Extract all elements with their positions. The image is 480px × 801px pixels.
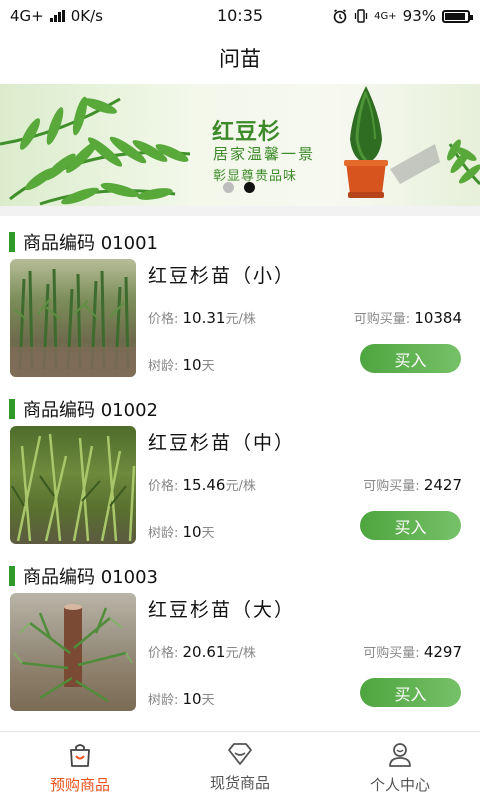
signal-icon	[49, 10, 65, 22]
accent-bar	[9, 232, 15, 252]
fern-leaves-left-image	[0, 96, 191, 206]
nav-item-preorder[interactable]: 预购商品	[0, 732, 160, 801]
product-header: 商品编码 01002	[9, 398, 158, 421]
product-code: 商品编码 01001	[23, 233, 158, 254]
age-value: 10	[182, 690, 202, 708]
price-label: 价格:	[148, 479, 183, 494]
buy-button[interactable]: 买入	[360, 678, 461, 707]
status-left: 4G+ 0K/s	[10, 7, 103, 25]
potted-plant-image	[344, 86, 440, 198]
product-name: 红豆杉苗（中）	[148, 432, 296, 454]
promo-banner[interactable]: 红豆杉 居家温馨一景 彰显尊贵品味	[0, 84, 480, 206]
nav-label-profile: 个人中心	[369, 776, 430, 794]
age-value: 10	[182, 523, 202, 541]
price-label: 价格:	[148, 646, 183, 661]
seedlings-image	[10, 268, 136, 377]
price-unit: 元/株	[225, 646, 256, 661]
product-price: 价格: 10.31元/株	[148, 308, 256, 327]
user-icon	[389, 743, 411, 767]
carousel-indicator	[223, 182, 255, 193]
vibrate-icon	[355, 9, 368, 23]
product-age: 树龄: 10天	[148, 689, 215, 708]
product-age: 树龄: 10天	[148, 522, 215, 541]
accent-bar	[9, 566, 15, 586]
price-value: 20.61	[182, 643, 226, 661]
qty-label: 可购买量:	[363, 646, 424, 661]
carousel-dot[interactable]	[223, 182, 234, 193]
product-image[interactable]	[10, 426, 136, 544]
product-quantity: 可购买量: 2427	[363, 475, 462, 494]
qty-label: 可购买量:	[363, 479, 424, 494]
banner-title: 红豆杉	[212, 120, 282, 145]
bottom-nav: 预购商品 现货商品 个人中心	[0, 731, 480, 801]
age-unit: 天	[201, 526, 215, 541]
price-unit: 元/株	[225, 479, 256, 494]
product-age: 树龄: 10天	[148, 355, 215, 374]
network-type-right: 4G+	[374, 10, 397, 22]
accent-bar	[9, 399, 15, 419]
price-value: 15.46	[182, 476, 226, 494]
nav-item-profile[interactable]: 个人中心	[320, 732, 480, 801]
buy-button[interactable]: 买入	[360, 344, 461, 373]
product-name: 红豆杉苗（大）	[148, 599, 296, 621]
age-unit: 天	[201, 693, 215, 708]
product-card[interactable]: 商品编码 01003 红豆杉苗（大） 价格: 20.61元/株 可购买量: 42…	[0, 565, 480, 732]
product-code: 商品编码 01003	[23, 567, 158, 588]
section-divider	[0, 206, 480, 216]
seedlings-image	[13, 604, 133, 703]
diamond-icon	[228, 743, 252, 765]
product-quantity: 可购买量: 4297	[363, 642, 462, 661]
product-image[interactable]	[10, 593, 136, 711]
product-card[interactable]: 商品编码 01001 红豆杉苗（小） 价格: 10.31元/株 可购买量: 10…	[0, 231, 480, 398]
carousel-dot-active[interactable]	[244, 182, 255, 193]
qty-value: 10384	[414, 309, 462, 327]
age-label: 树龄:	[148, 693, 183, 708]
buy-button[interactable]: 买入	[360, 511, 461, 540]
battery-percent: 93%	[402, 7, 436, 25]
battery-icon	[442, 9, 473, 23]
price-value: 10.31	[182, 309, 226, 327]
battery-fill	[445, 12, 465, 20]
nav-item-instock[interactable]: 现货商品	[160, 732, 320, 801]
product-header: 商品编码 01003	[9, 565, 158, 588]
product-code: 商品编码 01002	[23, 400, 158, 421]
seedlings-image	[11, 433, 136, 542]
fern-leaves-right-image	[447, 139, 480, 186]
nav-label-preorder: 预购商品	[49, 776, 110, 794]
age-value: 10	[182, 356, 202, 374]
age-label: 树龄:	[148, 526, 183, 541]
qty-value: 2427	[423, 476, 462, 494]
product-quantity: 可购买量: 10384	[354, 308, 462, 327]
network-speed: 0K/s	[70, 7, 103, 25]
page-title: 问苗	[219, 47, 261, 71]
shopping-bag-icon	[70, 744, 90, 767]
product-card[interactable]: 商品编码 01002 红豆杉苗（中） 价格: 15.46元/株 可购买量: 24…	[0, 398, 480, 565]
qty-value: 4297	[423, 643, 462, 661]
product-name: 红豆杉苗（小）	[148, 265, 296, 287]
qty-label: 可购买量:	[353, 312, 415, 327]
product-header: 商品编码 01001	[9, 231, 158, 254]
age-unit: 天	[201, 359, 215, 374]
product-price: 价格: 20.61元/株	[148, 642, 256, 661]
price-unit: 元/株	[225, 312, 256, 327]
banner-subtitle: 居家温馨一景	[213, 145, 316, 163]
product-price: 价格: 15.46元/株	[148, 475, 256, 494]
product-image[interactable]	[10, 259, 136, 377]
price-label: 价格:	[148, 312, 183, 327]
nav-label-instock: 现货商品	[209, 774, 270, 792]
status-bar: 4G+ 0K/s 4G+ 93% 10:35	[0, 0, 480, 32]
age-label: 树龄:	[148, 359, 183, 374]
status-right: 4G+ 93%	[332, 7, 473, 25]
network-type: 4G+	[10, 7, 44, 25]
alarm-icon	[333, 9, 347, 24]
